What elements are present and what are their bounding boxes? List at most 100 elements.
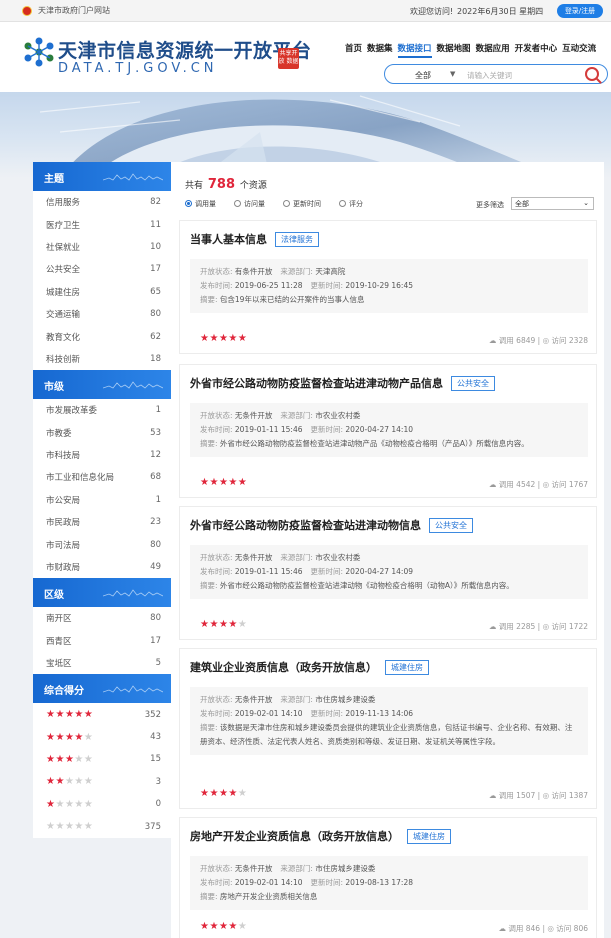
- login-button[interactable]: 登录/注册: [557, 4, 603, 18]
- sort-option-label: 评分: [349, 200, 363, 208]
- divider: |: [535, 622, 543, 631]
- meta-line: 开放状态: 无条件开放 来源部门: 市农业农村委: [200, 409, 578, 423]
- more-filter-label: 更多筛选: [476, 201, 504, 209]
- sidebar-filter-item[interactable]: 公共安全 17: [33, 258, 171, 280]
- sidebar-filter-item[interactable]: 市工业和信息化局 68: [33, 466, 171, 488]
- nav-item[interactable]: 首页: [345, 42, 362, 58]
- gov-portal-label[interactable]: 天津市政府门户网站: [38, 5, 110, 16]
- resource-title-text[interactable]: 当事人基本信息: [190, 231, 267, 247]
- meta-label: 摘要:: [200, 439, 218, 448]
- call-count: 调用 1507: [498, 791, 536, 800]
- meta-label: 发布时间:: [200, 567, 233, 576]
- category-tag[interactable]: 公共安全: [451, 375, 495, 391]
- star-filled-icon: ★: [237, 477, 248, 488]
- sort-option[interactable]: 评分: [339, 199, 363, 209]
- resource-title-text[interactable]: 房地产开发企业资质信息（政务开放信息）: [190, 828, 399, 844]
- sidebar-filter-item[interactable]: 教育文化 62: [33, 325, 171, 347]
- score-filter-item[interactable]: ★★★★★ 352: [33, 703, 171, 725]
- star-filled-icon: ★: [218, 921, 229, 932]
- radio-button[interactable]: [339, 200, 346, 207]
- more-filter-select[interactable]: 全部 ⌄: [511, 197, 594, 210]
- score-filter-item[interactable]: ★★★★★ 375: [33, 815, 171, 837]
- resource-title-text[interactable]: 建筑业企业资质信息（政务开放信息）: [190, 659, 377, 675]
- wave-decoration-icon: [103, 173, 163, 181]
- sidebar-filter-item[interactable]: 市司法局 80: [33, 533, 171, 555]
- resource-title[interactable]: 外省市经公路动物防疫监督检查站进津动物信息 公共安全: [190, 517, 473, 533]
- meta-line: 摘要: 外省市经公路动物防疫监督检查站进津动物产品《动物检疫合格明（产品A）》所…: [200, 437, 578, 451]
- star-filled-icon: ★: [55, 709, 65, 721]
- category-tag[interactable]: 公共安全: [429, 517, 473, 533]
- resource-title[interactable]: 建筑业企业资质信息（政务开放信息） 城建住房: [190, 659, 429, 675]
- nav-item[interactable]: 数据集: [367, 42, 393, 58]
- filter-item-count: 11: [150, 219, 161, 230]
- count-prefix: 共有: [185, 181, 204, 191]
- sidebar-filter-item[interactable]: 市科技局 12: [33, 444, 171, 466]
- meta-line: 发布时间: 2019-06-25 11:28 更新时间: 2019-10-29 1…: [200, 279, 578, 293]
- nav-item[interactable]: 开发者中心: [515, 42, 558, 58]
- search-category-select[interactable]: 全部: [415, 70, 431, 81]
- call-count: 调用 4542: [498, 480, 536, 489]
- star-empty-icon: ★: [83, 821, 94, 833]
- sidebar-filter-item[interactable]: 科技创新 18: [33, 348, 171, 370]
- sort-option[interactable]: 更新时间: [283, 199, 321, 209]
- nav-item[interactable]: 数据地图: [437, 42, 471, 58]
- sidebar-filter-item[interactable]: 市教委 53: [33, 422, 171, 444]
- sidebar-filter-item[interactable]: 市民政局 23: [33, 511, 171, 533]
- nav-item[interactable]: 互动交流: [562, 42, 596, 58]
- site-logo-icon[interactable]: [22, 35, 56, 69]
- filter-select-value[interactable]: 全部: [515, 200, 529, 208]
- radio-button[interactable]: [234, 200, 241, 207]
- sidebar-filter-item[interactable]: 南开区 80: [33, 607, 171, 629]
- meta-label: 更新时间:: [310, 425, 344, 434]
- nav-item[interactable]: 数据接口: [397, 42, 432, 58]
- nav-item[interactable]: 数据应用: [476, 42, 510, 58]
- score-filter-item[interactable]: ★★★★★ 3: [33, 771, 171, 793]
- radio-button[interactable]: [185, 200, 192, 207]
- sidebar-filter-item[interactable]: 交通运输 80: [33, 303, 171, 325]
- category-tag[interactable]: 城建住房: [407, 828, 451, 844]
- sidebar-filter-item[interactable]: 医疗卫生 11: [33, 213, 171, 235]
- star-empty-icon: ★: [74, 798, 84, 810]
- meta-line: 摘要: 包含19年以来已结的公开案件的当事人信息: [200, 293, 578, 307]
- score-filter-item[interactable]: ★★★★★ 0: [33, 793, 171, 815]
- sidebar-filter-item[interactable]: 社保就业 10: [33, 236, 171, 258]
- meta-label: 来源部门:: [280, 553, 313, 562]
- sidebar-filter-item[interactable]: 城建住房 65: [33, 281, 171, 303]
- resource-title-text[interactable]: 外省市经公路动物防疫监督检查站进津动物产品信息: [190, 375, 443, 391]
- meta-label: 开放状态:: [200, 864, 233, 873]
- score-filter-item[interactable]: ★★★★★ 43: [33, 726, 171, 748]
- meta-label: 摘要:: [200, 723, 218, 732]
- sidebar-filter-item[interactable]: 信用服务 82: [33, 191, 171, 213]
- visit-count: 访问 2328: [551, 336, 588, 345]
- resource-summary: 房地产开发企业资质相关信息: [217, 892, 318, 901]
- resource-title-text[interactable]: 外省市经公路动物防疫监督检查站进津动物信息: [190, 517, 421, 533]
- chevron-down-icon[interactable]: ⌄: [583, 199, 589, 207]
- resource-title[interactable]: 外省市经公路动物防疫监督检查站进津动物产品信息 公共安全: [190, 375, 495, 391]
- sort-option[interactable]: 访问量: [234, 199, 265, 209]
- search-icon[interactable]: [585, 67, 599, 81]
- chevron-down-icon[interactable]: ▼: [450, 70, 455, 78]
- source-department: 市农业农村委: [312, 553, 361, 562]
- category-tag[interactable]: 城建住房: [385, 659, 429, 675]
- sidebar-filter-item[interactable]: 市发展改革委 1: [33, 399, 171, 421]
- category-tag[interactable]: 法律服务: [275, 231, 319, 247]
- search-input[interactable]: 请输入关键词: [467, 70, 512, 81]
- meta-label: 来源部门:: [280, 864, 313, 873]
- gov-portal-link[interactable]: 天津市政府门户网站: [22, 5, 110, 16]
- resource-title[interactable]: 房地产开发企业资质信息（政务开放信息） 城建住房: [190, 828, 451, 844]
- filter-item-label: 市财政局: [46, 563, 81, 574]
- score-filter-item[interactable]: ★★★★★ 15: [33, 748, 171, 770]
- resource-title[interactable]: 当事人基本信息 法律服务: [190, 231, 319, 247]
- sidebar-filter-item[interactable]: 市财政局 49: [33, 556, 171, 578]
- sidebar-filter-item[interactable]: 宝坻区 5: [33, 652, 171, 674]
- radio-button[interactable]: [283, 200, 290, 207]
- sort-option[interactable]: 调用量: [185, 199, 216, 209]
- date-text: 2022年6月30日 星期四: [457, 7, 544, 16]
- sidebar-filter-item[interactable]: 市公安局 1: [33, 489, 171, 511]
- sidebar-filter-item[interactable]: 西青区 17: [33, 630, 171, 652]
- site-title: 天津市信息资源统一开放平台: [58, 40, 312, 62]
- filter-item-count: 80: [150, 613, 161, 624]
- sort-option-label: 访问量: [244, 200, 265, 208]
- site-url: DATA.TJ.GOV.CN: [58, 61, 218, 76]
- source-department: 市住房城乡建设委: [312, 695, 376, 704]
